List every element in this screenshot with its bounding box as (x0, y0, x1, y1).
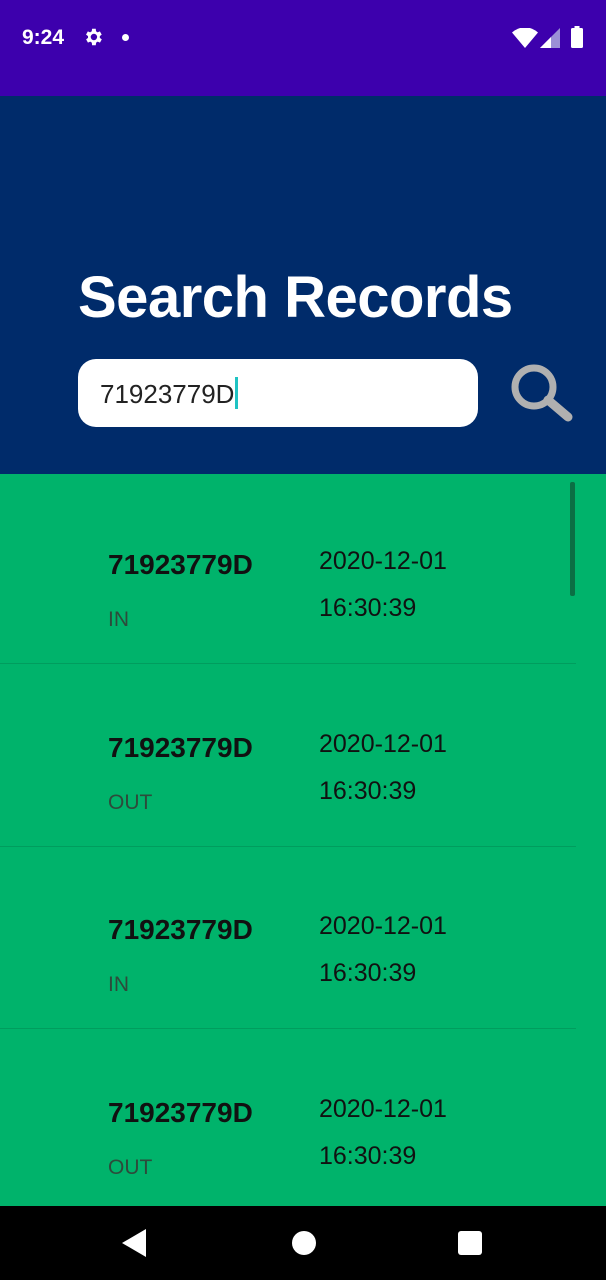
record-id: 71923779D (108, 1097, 253, 1128)
list-item[interactable]: 71923779D OUT 2020-12-01 16:30:39 (0, 1029, 576, 1206)
record-id: 71923779D (108, 549, 253, 580)
record-type: IN (108, 973, 129, 996)
record-time: 16:30:39 (319, 1142, 417, 1170)
record-date: 2020-12-01 (319, 912, 447, 940)
records-list[interactable]: 71923779D IN 2020-12-01 16:30:39 7192377… (0, 474, 606, 1206)
gear-icon (86, 28, 102, 46)
list-item[interactable]: 71923779D IN 2020-12-01 16:30:39 (0, 846, 576, 1029)
battery-icon (571, 26, 583, 48)
record-date: 2020-12-01 (319, 547, 447, 575)
record-time: 16:30:39 (319, 777, 417, 805)
signal-icon (540, 28, 560, 48)
notification-dot-icon (122, 34, 129, 41)
status-bar: 9:24 (0, 0, 606, 96)
record-type: OUT (108, 1156, 153, 1179)
record-time: 16:30:39 (319, 959, 417, 987)
text-caret (235, 377, 239, 409)
home-icon[interactable] (292, 1231, 316, 1255)
search-input-value[interactable]: 71923779D (100, 377, 239, 410)
back-icon[interactable] (122, 1229, 148, 1257)
scrollbar[interactable] (570, 482, 575, 596)
search-input-text: 71923779D (100, 379, 235, 409)
status-time: 9:24 (22, 26, 65, 49)
record-date: 2020-12-01 (319, 730, 447, 758)
record-type: IN (108, 608, 129, 631)
record-date: 2020-12-01 (319, 1095, 447, 1123)
record-time: 16:30:39 (319, 594, 417, 622)
search-input[interactable]: 71923779D (78, 359, 478, 427)
record-id: 71923779D (108, 914, 253, 945)
header: Search Records 71923779D (0, 96, 606, 474)
list-item[interactable]: 71923779D IN 2020-12-01 16:30:39 (0, 481, 576, 664)
record-id: 71923779D (108, 732, 253, 763)
recents-icon[interactable] (458, 1231, 482, 1255)
record-type: OUT (108, 791, 153, 814)
wifi-icon (512, 28, 538, 48)
page-title: Search Records (78, 265, 513, 330)
list-item[interactable]: 71923779D OUT 2020-12-01 16:30:39 (0, 664, 576, 847)
search-icon[interactable] (508, 362, 574, 422)
